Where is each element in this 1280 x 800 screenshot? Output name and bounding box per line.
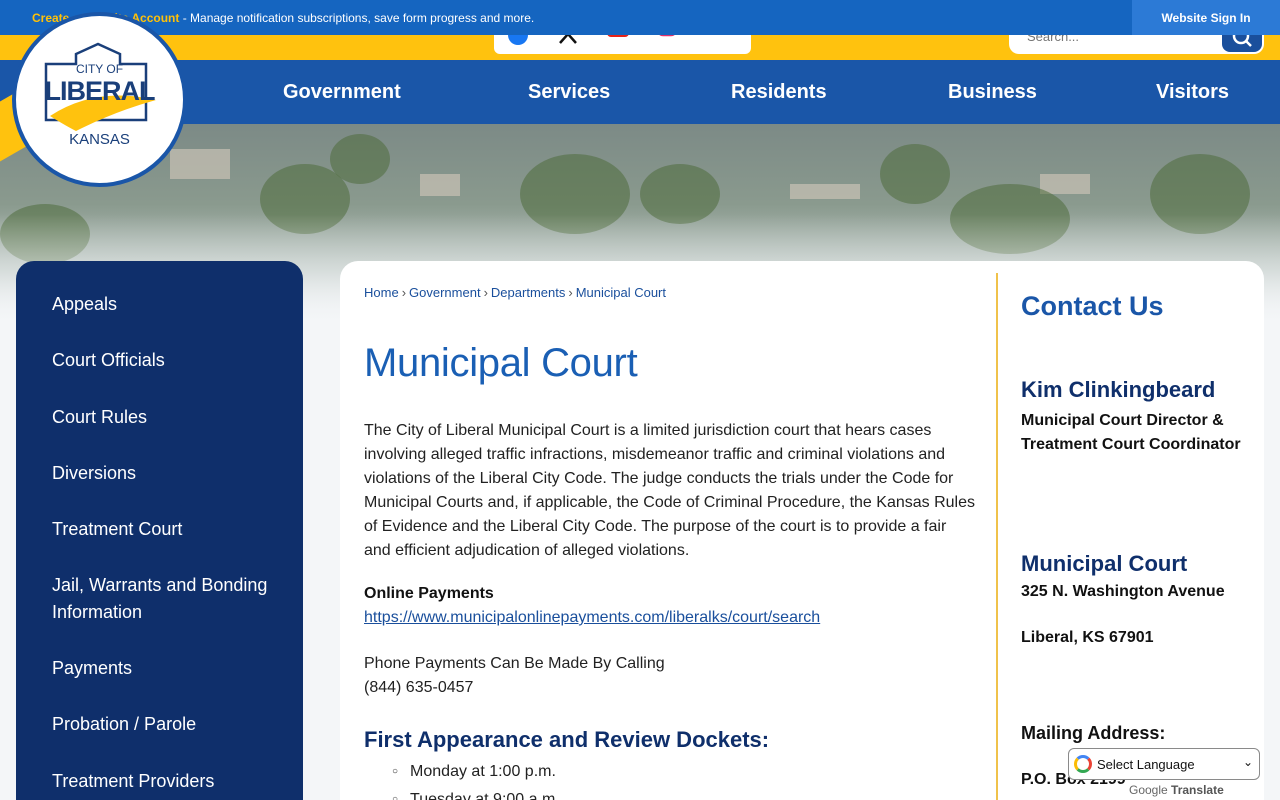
breadcrumb-current[interactable]: Municipal Court [576,285,666,300]
sidebar-nav: Appeals Court Officials Court Rules Dive… [16,261,303,800]
notification-bar: Create a Website Account - Manage notifi… [0,0,1280,35]
nav-item-residents[interactable]: Residents [731,60,827,124]
sidebar-item-payments[interactable]: Payments [52,655,282,682]
chevron-down-icon: ⌄ [1242,755,1253,769]
nav-item-services[interactable]: Services [528,60,610,124]
sidebar-item-probation-parole[interactable]: Probation / Parole [52,711,282,738]
logo-liberal: LIBERAL [44,76,156,106]
contact-heading: Contact Us [1021,291,1164,321]
page-title: Municipal Court [364,341,638,385]
language-select-label: Select Language [1097,756,1195,772]
city-logo[interactable]: CITY OF LIBERAL KANSAS [12,12,187,187]
social-links [494,35,751,54]
dockets-list: Monday at 1:00 p.m. Tuesday at 9:00 a.m. [392,759,560,800]
contact-name: Kim Clinkingbeard [1021,377,1216,402]
logo-city-of: CITY OF [75,62,124,76]
nav-item-government[interactable]: Government [283,60,401,124]
phone-number: (844) 635-0457 [364,679,474,696]
google-icon [1074,755,1092,773]
sidebar-item-diversions[interactable]: Diversions [52,460,282,487]
column-divider [996,273,998,800]
youtube-icon[interactable] [606,35,630,49]
facebook-icon[interactable] [506,35,530,49]
breadcrumb: Home › Government › Departments › Municipal Co… [364,285,667,300]
mailing-address-label: Mailing Address: [1021,723,1166,743]
breadcrumb-government[interactable]: Government [409,285,481,300]
translate-label: Translate [1171,783,1224,797]
sidebar-item-treatment-providers[interactable]: Treatment Providers [52,768,282,795]
contact-city: Liberal, KS 67901 [1021,629,1154,646]
online-payments-label: Online Payments [364,585,494,602]
account-message-text: - Manage notification subscriptions, sav… [179,10,535,25]
search-input[interactable] [1027,35,1217,44]
instagram-icon[interactable] [656,35,680,49]
main-nav: Government Services Residents Business V… [0,60,1280,124]
breadcrumb-departments[interactable]: Departments [491,285,565,300]
nav-item-business[interactable]: Business [948,60,1037,124]
contact-department: Municipal Court [1021,551,1188,576]
nav-item-visitors[interactable]: Visitors [1156,60,1229,124]
linkedin-icon[interactable] [706,35,730,49]
sidebar-item-court-rules[interactable]: Court Rules [52,404,282,431]
phone-payments-label: Phone Payments Can Be Made By Calling [364,655,665,672]
intro-paragraph: The City of Liberal Municipal Court is a… [364,422,975,559]
search-button[interactable] [1222,35,1262,52]
sidebar-item-jail-warrants[interactable]: Jail, Warrants and Bonding Information [52,572,282,626]
logo-kansas: KANSAS [69,131,130,148]
powered-by-google[interactable]: Google Translate [1129,783,1224,797]
sidebar-item-court-officials[interactable]: Court Officials [52,347,282,374]
language-select[interactable]: Select Language ⌄ [1068,748,1260,780]
google-wordmark: Google [1129,783,1168,797]
online-payments-link[interactable]: https://www.municipalonlinepayments.com/… [364,609,820,627]
website-sign-in-button[interactable]: Website Sign In [1132,0,1280,35]
sidebar-item-appeals[interactable]: Appeals [52,291,282,318]
dockets-heading: First Appearance and Review Dockets: [364,727,770,752]
list-item: Tuesday at 9:00 a.m. [392,787,560,800]
content-card: Home › Government › Departments › Municipal Co… [340,261,1264,800]
contact-street: 325 N. Washington Avenue [1021,583,1225,600]
contact-role: Municipal Court Director & Treatment Cou… [1021,412,1241,453]
sidebar-item-treatment-court[interactable]: Treatment Court [52,516,282,543]
x-icon[interactable] [556,35,580,49]
breadcrumb-home[interactable]: Home [364,285,399,300]
search-icon [1232,35,1252,47]
list-item: Monday at 1:00 p.m. [392,759,560,787]
site-search [1009,35,1264,54]
